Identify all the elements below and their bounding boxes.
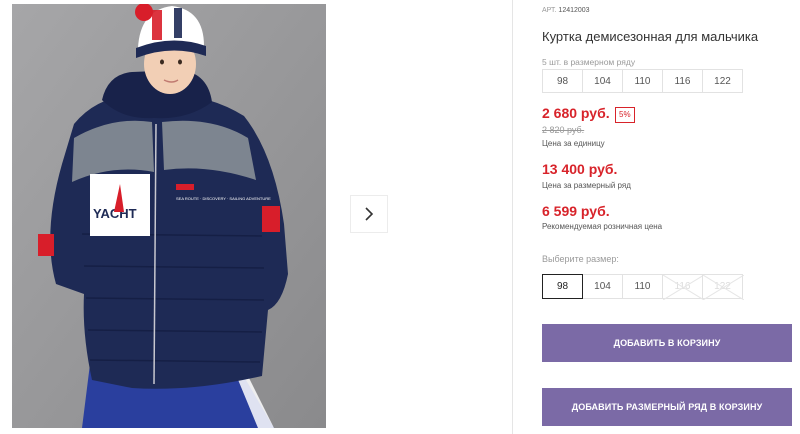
- size-option-label: 110: [634, 281, 651, 292]
- size-selector: 98 104 110 116 122: [542, 274, 744, 300]
- size-select-caption: Выберите размер:: [542, 254, 619, 264]
- product-photo[interactable]: YACHT SEA ROUTE · DISCOVERY · SAILING AD…: [12, 4, 326, 428]
- size-row-caption: 5 шт. в размерном ряду: [542, 57, 636, 67]
- column-divider: [512, 0, 513, 434]
- size-row-table: 98 104 110 116 122: [542, 69, 743, 93]
- product-title: Куртка демисезонная для мальчика: [542, 29, 759, 44]
- size-option-104[interactable]: 104: [582, 274, 623, 299]
- discount-badge: 5%: [615, 107, 635, 123]
- unit-price-caption: Цена за единицу: [542, 139, 605, 148]
- rrp-price: 6 599 руб.: [542, 203, 610, 219]
- product-gallery: YACHT SEA ROUTE · DISCOVERY · SAILING AD…: [0, 0, 512, 434]
- rrp-price-caption: Рекомендуемая розничная цена: [542, 222, 663, 231]
- unit-price: 2 680 руб.: [542, 105, 610, 121]
- unavailable-cross-icon: [663, 275, 704, 300]
- size-row-cell: 98: [542, 69, 583, 93]
- article-label: АРТ.: [542, 7, 557, 14]
- size-option-122: 122: [702, 274, 744, 300]
- size-option-110[interactable]: 110: [622, 274, 663, 299]
- unavailable-cross-icon: [703, 275, 744, 300]
- add-size-row-to-cart-button[interactable]: Добавить размерный ряд в корзину: [542, 388, 792, 426]
- size-row-cell: 110: [622, 69, 663, 93]
- add-to-cart-button[interactable]: Добавить в корзину: [542, 324, 792, 362]
- next-image-button[interactable]: [350, 195, 388, 233]
- size-option-label: 98: [556, 281, 569, 292]
- product-info: АРТ. 12412003 Куртка демисезонная для ма…: [542, 0, 800, 434]
- chest-print-text: SEA ROUTE · DISCOVERY · SAILING ADVENTUR…: [176, 196, 271, 201]
- row-price: 13 400 руб.: [542, 161, 618, 177]
- size-option-98[interactable]: 98: [542, 274, 583, 299]
- article-number: АРТ. 12412003: [542, 7, 590, 14]
- size-option-116: 116: [662, 274, 704, 300]
- size-row-cell: 116: [662, 69, 703, 93]
- size-row-cell: 122: [702, 69, 743, 93]
- article-value: 12412003: [558, 7, 590, 14]
- size-row-cell: 104: [582, 69, 623, 93]
- old-price: 2 820 руб.: [542, 125, 585, 135]
- chevron-right-icon: [365, 207, 374, 221]
- size-option-label: 104: [594, 281, 611, 292]
- row-price-caption: Цена за размерный ряд: [542, 181, 631, 190]
